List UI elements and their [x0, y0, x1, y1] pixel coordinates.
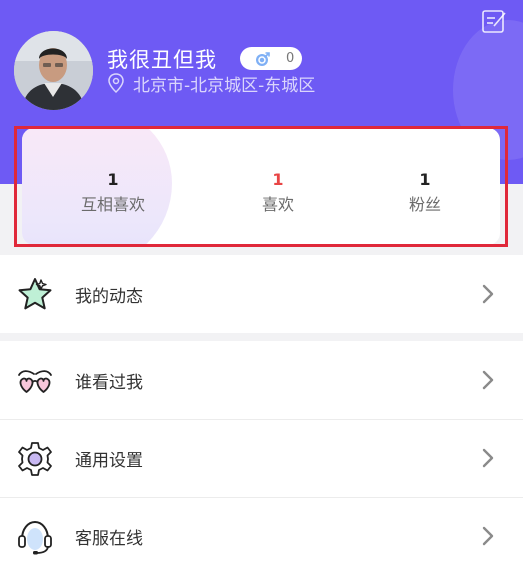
- stat-fans[interactable]: 1 粉丝: [355, 171, 495, 215]
- menu-item-customer-service[interactable]: 客服在线: [0, 497, 523, 564]
- gender-count: 0: [286, 51, 295, 66]
- chevron-right-icon: [481, 525, 495, 547]
- menu-item-my-dynamics[interactable]: 我的动态: [0, 255, 523, 333]
- location-text: 北京市-北京城区-东城区: [133, 75, 316, 96]
- menu-item-general-settings[interactable]: 通用设置: [0, 419, 523, 497]
- menu-group-primary: 我的动态: [0, 255, 523, 333]
- location-pin-icon: [108, 73, 124, 93]
- star-icon: [16, 276, 54, 314]
- menu-group-secondary: 谁看过我 通用设置 客服在线: [0, 341, 523, 564]
- menu-label-who-viewed-me: 谁看过我: [75, 372, 143, 393]
- location: 北京市-北京城区-东城区: [107, 71, 316, 96]
- edit-profile-button[interactable]: [481, 8, 507, 34]
- avatar-photo: [14, 31, 93, 110]
- headset-icon: [16, 518, 54, 556]
- stat-likes[interactable]: 1 喜欢: [208, 171, 348, 215]
- menu-label-customer-service: 客服在线: [75, 528, 143, 549]
- chevron-right-icon: [481, 447, 495, 469]
- chevron-right-icon: [481, 283, 495, 305]
- stat-mutual-likes-label: 互相喜欢: [80, 195, 145, 214]
- avatar[interactable]: [14, 31, 93, 110]
- username: 我很丑但我: [107, 48, 217, 72]
- edit-icon: [482, 10, 506, 33]
- stat-likes-value: 1: [272, 170, 284, 189]
- stat-fans-label: 粉丝: [408, 195, 441, 214]
- stats-card: 1 互相喜欢 1 喜欢 1 粉丝: [22, 128, 500, 245]
- chevron-right-icon: [481, 369, 495, 391]
- stat-mutual-likes-value: 1: [107, 170, 119, 189]
- stat-fans-value: 1: [419, 170, 431, 189]
- gender-badge: 0: [240, 47, 302, 70]
- menu-label-my-dynamics: 我的动态: [75, 286, 143, 307]
- stat-likes-label: 喜欢: [261, 195, 294, 214]
- gear-icon: [16, 440, 54, 478]
- menu-label-general-settings: 通用设置: [75, 450, 143, 471]
- menu-item-who-viewed-me[interactable]: 谁看过我: [0, 341, 523, 419]
- male-gender-icon: [256, 51, 270, 66]
- heart-glasses-icon: [16, 362, 54, 400]
- stat-mutual-likes[interactable]: 1 互相喜欢: [43, 171, 183, 215]
